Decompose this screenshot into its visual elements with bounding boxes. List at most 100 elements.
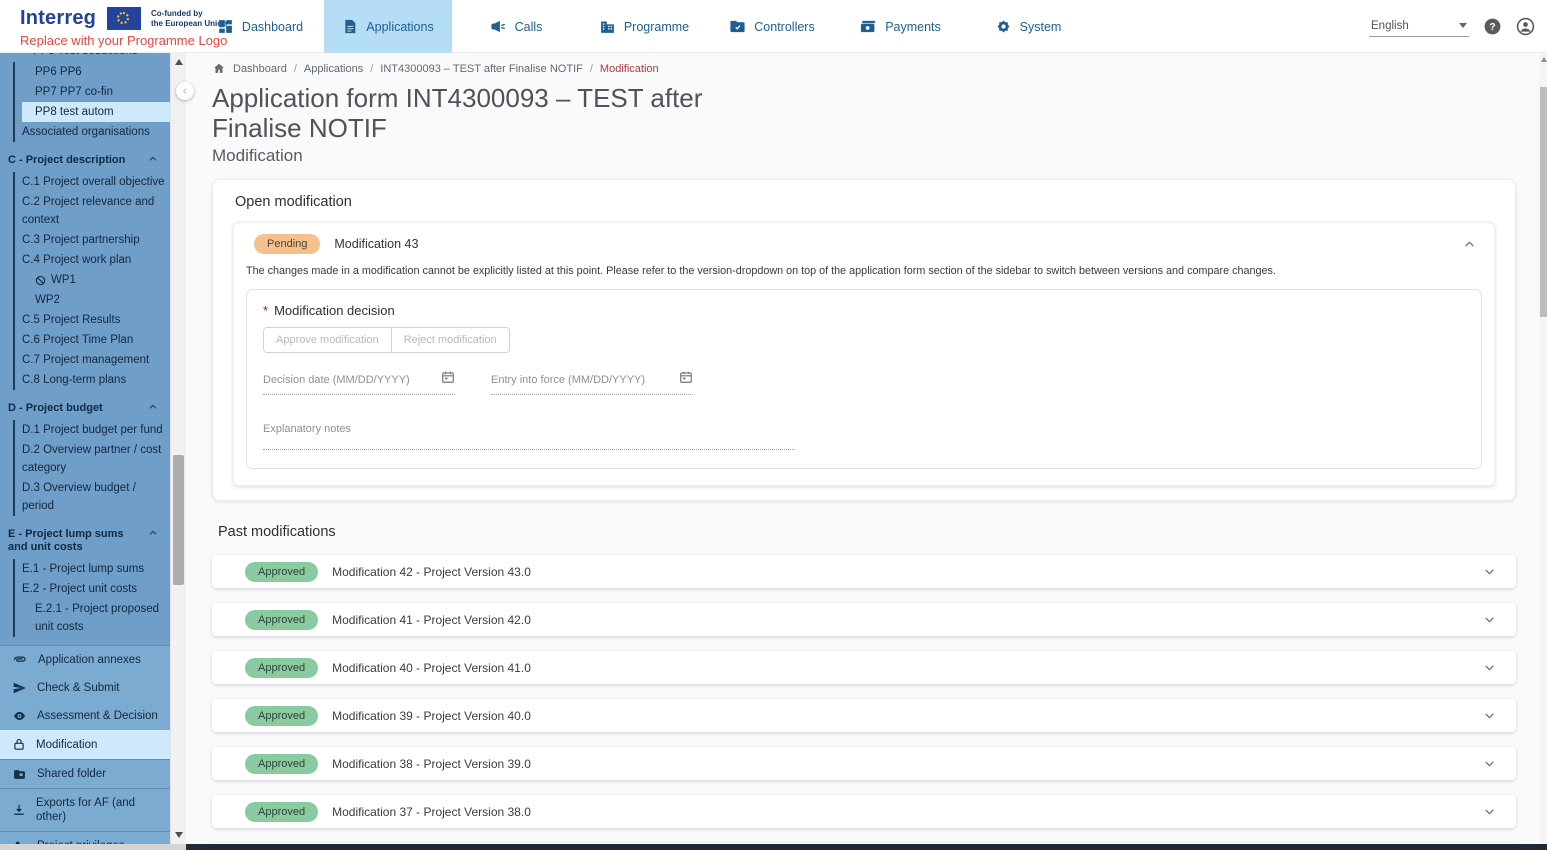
decision-date-input[interactable]	[263, 372, 455, 395]
past-modification-row[interactable]: Approved Modification 41 - Project Versi…	[212, 603, 1516, 636]
sidebar-item-d1[interactable]: D.1 Project budget per fund	[22, 420, 170, 440]
nav-calls[interactable]: Calls	[452, 0, 580, 53]
svg-text:?: ?	[1489, 22, 1495, 33]
modification-decision-label: *Modification decision	[263, 303, 1465, 318]
sidebar-item-c2[interactable]: C.2 Project relevance and context	[22, 192, 170, 230]
entry-into-force-field[interactable]	[491, 370, 693, 395]
top-header: Interreg Co-funded by the European Union…	[0, 0, 1547, 53]
section-c-header[interactable]: C - Project description	[0, 154, 170, 167]
chevron-up-icon	[1463, 238, 1476, 251]
chevron-down-icon	[1483, 709, 1496, 722]
blocked-icon	[35, 275, 46, 286]
section-d-header[interactable]: D - Project budget	[0, 402, 170, 415]
sidebar-item-c6[interactable]: C.6 Project Time Plan	[22, 330, 170, 350]
home-icon[interactable]	[212, 62, 226, 75]
past-modification-row[interactable]: Approved Modification 39 - Project Versi…	[212, 699, 1516, 732]
calendar-icon[interactable]	[441, 370, 455, 384]
status-badge-approved: Approved	[245, 658, 318, 678]
past-modification-row[interactable]: Approved Modification 38 - Project Versi…	[212, 747, 1516, 780]
sidebar-item-pp7[interactable]: PP7 PP7 co-fin	[22, 82, 170, 102]
sidebar-item-clipped[interactable]: PP5 Test deductions	[0, 53, 170, 62]
language-select[interactable]: English	[1369, 17, 1469, 37]
past-modification-row[interactable]: Approved Modification 37 - Project Versi…	[212, 795, 1516, 828]
sidebar-collapse-button[interactable]	[176, 82, 194, 100]
decision-date-fields	[263, 370, 1465, 395]
section-e-header[interactable]: E - Project lump sums and unit costs	[0, 528, 170, 554]
explanatory-notes-field[interactable]	[263, 419, 795, 450]
page-subtitle: Modification	[212, 146, 1516, 166]
nav-controllers[interactable]: Controllers	[708, 0, 836, 53]
sidebar-scrollbar-thumb[interactable]	[173, 455, 184, 585]
breadcrumb-dashboard[interactable]: Dashboard	[233, 63, 287, 75]
help-icon[interactable]: ?	[1483, 17, 1502, 36]
nav-system[interactable]: System	[964, 0, 1092, 53]
section-e-group: E.1 - Project lump sums E.2 - Project un…	[13, 559, 170, 637]
breadcrumb: Dashboard / Applications / INT4300093 – …	[212, 62, 1516, 75]
sidebar-item-wp1[interactable]: WP1	[22, 270, 170, 290]
sidebar-item-d2[interactable]: D.2 Overview partner / cost category	[22, 440, 170, 478]
sidebar-item-c1[interactable]: C.1 Project overall objective	[22, 172, 170, 192]
status-badge-approved: Approved	[245, 802, 318, 822]
controllers-icon	[729, 18, 746, 35]
bottom-edge-left	[0, 844, 186, 850]
sidebar-item-application-annexes[interactable]: Application annexes	[0, 646, 170, 674]
sidebar-item-project-privileges[interactable]: Project privileges	[0, 831, 170, 844]
sidebar-item-c4[interactable]: C.4 Project work plan	[22, 250, 170, 270]
sidebar-item-c8[interactable]: C.8 Long-term plans	[22, 370, 170, 390]
calendar-icon[interactable]	[679, 370, 693, 384]
page-title: Application form INT4300093 – TEST after…	[212, 83, 732, 143]
sidebar-item-d3[interactable]: D.3 Overview budget / period	[22, 478, 170, 516]
scroll-down-arrow-icon[interactable]	[175, 832, 183, 838]
sidebar-item-shared-folder[interactable]: Shared folder	[0, 759, 170, 788]
bottom-edge-right	[186, 844, 1547, 850]
payments-icon	[859, 18, 877, 35]
scroll-up-arrow-icon[interactable]	[1541, 57, 1547, 62]
breadcrumb-project[interactable]: INT4300093 – TEST after Finalise NOTIF	[380, 63, 583, 75]
approve-modification-button[interactable]: Approve modification	[263, 327, 392, 353]
chevron-left-icon	[181, 87, 189, 95]
breadcrumb-applications[interactable]: Applications	[304, 63, 363, 75]
decision-date-field[interactable]	[263, 370, 455, 395]
sidebar-item-assessment-decision[interactable]: Assessment & Decision	[0, 702, 170, 730]
account-icon[interactable]	[1516, 17, 1535, 36]
sidebar-item-pp8-selected[interactable]: PP8 test autom	[22, 102, 170, 122]
chevron-up-icon	[148, 402, 158, 412]
dashboard-icon	[217, 18, 234, 35]
sidebar-item-pp6[interactable]: PP6 PP6	[22, 62, 170, 82]
modification-decision-box: *Modification decision Approve modificat…	[246, 289, 1482, 469]
pending-modification-panel: Pending Modification 43 The changes made…	[233, 222, 1495, 486]
sidebar-item-c3[interactable]: C.3 Project partnership	[22, 230, 170, 250]
nav-dashboard[interactable]: Dashboard	[196, 0, 324, 53]
past-modification-row[interactable]: Approved Modification 42 - Project Versi…	[212, 555, 1516, 588]
sidebar-item-e1[interactable]: E.1 - Project lump sums	[22, 559, 170, 579]
download-icon	[12, 803, 26, 817]
nav-applications[interactable]: Applications	[324, 0, 452, 53]
header-right-cluster: English ?	[1369, 0, 1535, 53]
status-badge-approved: Approved	[245, 562, 318, 582]
sidebar-item-c5[interactable]: C.5 Project Results	[22, 310, 170, 330]
page-scrollbar-thumb[interactable]	[1540, 87, 1547, 317]
page-scrollbar[interactable]	[1539, 53, 1547, 844]
breadcrumb-current: Modification	[600, 63, 659, 75]
status-badge-approved: Approved	[245, 754, 318, 774]
pending-panel-header[interactable]: Pending Modification 43	[234, 223, 1494, 263]
sidebar-item-e21[interactable]: E.2.1 - Project proposed unit costs	[22, 599, 170, 637]
nav-payments[interactable]: Payments	[836, 0, 964, 53]
chevron-down-icon	[1483, 565, 1496, 578]
sidebar-item-wp2[interactable]: WP2	[22, 290, 170, 310]
scroll-up-arrow-icon[interactable]	[175, 59, 183, 65]
past-modification-row[interactable]: Approved Modification 40 - Project Versi…	[212, 651, 1516, 684]
sidebar-item-modification-selected[interactable]: Modification	[0, 730, 170, 759]
sidebar-item-check-submit[interactable]: Check & Submit	[0, 674, 170, 702]
nav-programme[interactable]: Programme	[580, 0, 708, 53]
sidebar-item-c7[interactable]: C.7 Project management	[22, 350, 170, 370]
reject-modification-button[interactable]: Reject modification	[392, 327, 510, 353]
explanatory-notes-input[interactable]	[263, 421, 795, 450]
entry-into-force-input[interactable]	[491, 372, 693, 395]
attachment-icon	[12, 653, 28, 667]
sidebar-item-e2[interactable]: E.2 - Project unit costs	[22, 579, 170, 599]
sidebar-item-associated-organisations[interactable]: Associated organisations	[22, 122, 170, 142]
partners-group: PP6 PP6 PP7 PP7 co-fin PP8 test autom As…	[13, 62, 170, 142]
sidebar-scrollbar[interactable]	[170, 53, 186, 844]
sidebar-item-exports[interactable]: Exports for AF (and other)	[0, 788, 170, 831]
